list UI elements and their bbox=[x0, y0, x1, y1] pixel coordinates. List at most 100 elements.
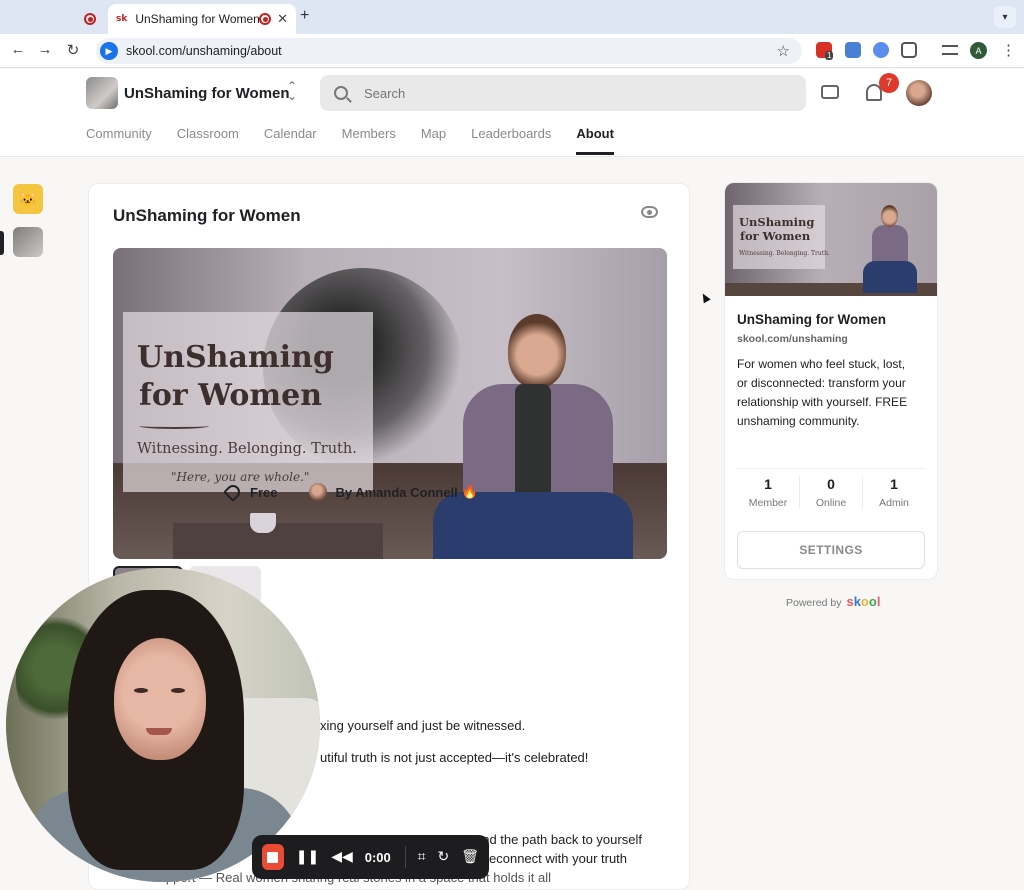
extension-translate-icon[interactable] bbox=[845, 42, 861, 58]
description-line: and the path back to yourself bbox=[475, 832, 642, 847]
browser-tab-bar: sk UnShaming for Women ✕ + ▾ bbox=[0, 0, 1024, 34]
fire-emoji-icon: 🔥 bbox=[461, 484, 478, 499]
browser-menu-icon[interactable]: ⋮ bbox=[1001, 41, 1016, 59]
extension-circle-icon[interactable] bbox=[873, 42, 889, 58]
site-info-icon[interactable]: ▶ bbox=[100, 42, 118, 60]
divider bbox=[737, 468, 925, 469]
search-bar[interactable] bbox=[320, 75, 806, 111]
forward-arrow-icon[interactable]: → bbox=[35, 41, 55, 58]
powered-by[interactable]: Powered by skool bbox=[786, 594, 880, 609]
extension-badge: 1 bbox=[825, 51, 834, 60]
pause-icon[interactable]: ❚❚ bbox=[296, 849, 319, 865]
brand-letter: o bbox=[860, 594, 869, 609]
brand-letter: l bbox=[876, 594, 881, 609]
hero-title-line2: for Women bbox=[139, 378, 323, 413]
search-input[interactable] bbox=[364, 85, 764, 101]
reload-icon[interactable]: ↻ bbox=[63, 41, 83, 59]
skool-brand-logo: skool bbox=[846, 594, 880, 609]
recorder-control-bar: ❚❚ ◀◀ 0:00 ⌗ ↻ 🗑 bbox=[252, 835, 489, 879]
chat-icon[interactable] bbox=[821, 85, 839, 99]
tab-members[interactable]: Members bbox=[342, 126, 396, 157]
hero-image: UnShaming for Women Witnessing. Belongin… bbox=[113, 248, 667, 559]
bookmark-star-icon[interactable]: ☆ bbox=[777, 42, 790, 60]
stat-label: Online bbox=[815, 497, 847, 509]
hero-squiggle bbox=[139, 423, 209, 429]
stat-label: Member bbox=[748, 497, 788, 509]
stat-online[interactable]: 0 Online bbox=[799, 476, 862, 509]
tab-community[interactable]: Community bbox=[86, 126, 152, 157]
stat-members[interactable]: 1 Member bbox=[737, 476, 799, 509]
group-summary-card: UnShaming for Women Witnessing. Belongin… bbox=[724, 182, 938, 580]
notification-count-badge: 7 bbox=[879, 73, 899, 93]
tab-search-chevron-icon[interactable]: ▾ bbox=[994, 6, 1016, 28]
hero-table bbox=[173, 523, 383, 559]
stat-value: 1 bbox=[890, 476, 898, 492]
tab-title: UnShaming for Women bbox=[135, 12, 260, 26]
author-avatar[interactable] bbox=[309, 483, 328, 501]
cover-tagline: Witnessing. Belonging. Truth. bbox=[739, 250, 830, 257]
sidebar-group-name: UnShaming for Women bbox=[737, 312, 887, 327]
browser-tab-inactive[interactable] bbox=[72, 4, 108, 34]
stat-admins[interactable]: 1 Admin bbox=[862, 476, 925, 509]
group-stats: 1 Member 0 Online 1 Admin bbox=[737, 476, 925, 509]
group-nav-tabs: Community Classroom Calendar Members Map… bbox=[86, 126, 639, 157]
recording-tab-icon bbox=[84, 13, 96, 25]
rail-active-indicator bbox=[0, 231, 4, 255]
brand-letter: k bbox=[853, 594, 861, 609]
search-icon bbox=[334, 86, 348, 100]
tab-about[interactable]: About bbox=[576, 126, 614, 157]
price-tag-icon bbox=[223, 482, 243, 502]
description-line: econnect with your truth bbox=[489, 851, 628, 866]
sidebar-description: For women who feel stuck, lost, or disco… bbox=[737, 357, 908, 428]
tab-map[interactable]: Map bbox=[421, 126, 446, 157]
user-avatar[interactable] bbox=[906, 80, 932, 106]
stat-label: Admin bbox=[879, 497, 909, 509]
skool-favicon-icon: sk bbox=[116, 14, 128, 24]
rail-group-cat-icon[interactable]: 🐱 bbox=[13, 184, 43, 214]
author-name[interactable]: By Amanda Connell bbox=[335, 485, 457, 500]
stat-value: 0 bbox=[827, 476, 835, 492]
recording-timer: 0:00 bbox=[364, 849, 391, 865]
grid-icon[interactable]: ⌗ bbox=[418, 849, 426, 865]
cover-title-line1: UnShaming bbox=[739, 215, 815, 229]
description-line: xing yourself and just be witnessed. bbox=[320, 718, 526, 733]
restart-icon[interactable]: ↻ bbox=[437, 849, 449, 865]
hero-quote: "Here, you are whole." bbox=[171, 470, 310, 484]
hero-mug bbox=[250, 513, 276, 533]
browser-profile-avatar[interactable]: A bbox=[970, 42, 987, 59]
powered-by-label: Powered by bbox=[786, 597, 842, 609]
browser-tab-active[interactable]: sk UnShaming for Women ✕ bbox=[108, 4, 296, 34]
price-label: Free bbox=[250, 484, 278, 500]
hero-woman-photo bbox=[433, 314, 633, 559]
cover-title-line2: for Women bbox=[740, 229, 811, 243]
stop-recording-button[interactable] bbox=[262, 844, 284, 870]
close-tab-icon[interactable]: ✕ bbox=[277, 11, 288, 27]
brand-letter: o bbox=[868, 594, 877, 609]
skool-header: UnShaming for Women ⌃⌄ 7 Community Class… bbox=[0, 69, 1024, 157]
address-bar-url: skool.com/unshaming/about bbox=[126, 44, 282, 58]
mouse-cursor bbox=[699, 291, 711, 304]
group-switcher-chevron-icon[interactable]: ⌃ ⌄ bbox=[287, 80, 297, 102]
visibility-eye-icon[interactable] bbox=[641, 206, 658, 218]
group-logo[interactable] bbox=[86, 77, 118, 109]
about-title: UnShaming for Women bbox=[113, 206, 301, 225]
settings-button[interactable]: SETTINGS bbox=[737, 531, 925, 569]
group-name[interactable]: UnShaming for Women bbox=[124, 85, 290, 102]
tab-calendar[interactable]: Calendar bbox=[264, 126, 317, 157]
extensions-puzzle-icon[interactable] bbox=[901, 42, 917, 58]
new-tab-button[interactable]: + bbox=[300, 7, 309, 25]
rewind-icon[interactable]: ◀◀ bbox=[331, 849, 353, 865]
tab-leaderboards[interactable]: Leaderboards bbox=[471, 126, 551, 157]
delete-trash-icon[interactable]: 🗑 bbox=[461, 849, 479, 865]
description-line: utiful truth is not just accepted—it's c… bbox=[320, 750, 589, 765]
sidebar-group-url: skool.com/unshaming bbox=[737, 333, 848, 345]
media-controls-icon[interactable] bbox=[942, 45, 958, 55]
address-bar[interactable]: ▶ skool.com/unshaming/about ☆ bbox=[96, 38, 802, 64]
browser-toolbar: ← → ↻ ▶ skool.com/unshaming/about ☆ 1 A … bbox=[0, 34, 1024, 68]
back-arrow-icon[interactable]: ← bbox=[8, 41, 28, 58]
stat-value: 1 bbox=[764, 476, 772, 492]
hero-title-line1: UnShaming bbox=[137, 340, 334, 375]
group-cover-image: UnShaming for Women Witnessing. Belongin… bbox=[725, 183, 937, 296]
rail-group-unshaming-icon[interactable] bbox=[13, 227, 43, 257]
tab-classroom[interactable]: Classroom bbox=[177, 126, 239, 157]
